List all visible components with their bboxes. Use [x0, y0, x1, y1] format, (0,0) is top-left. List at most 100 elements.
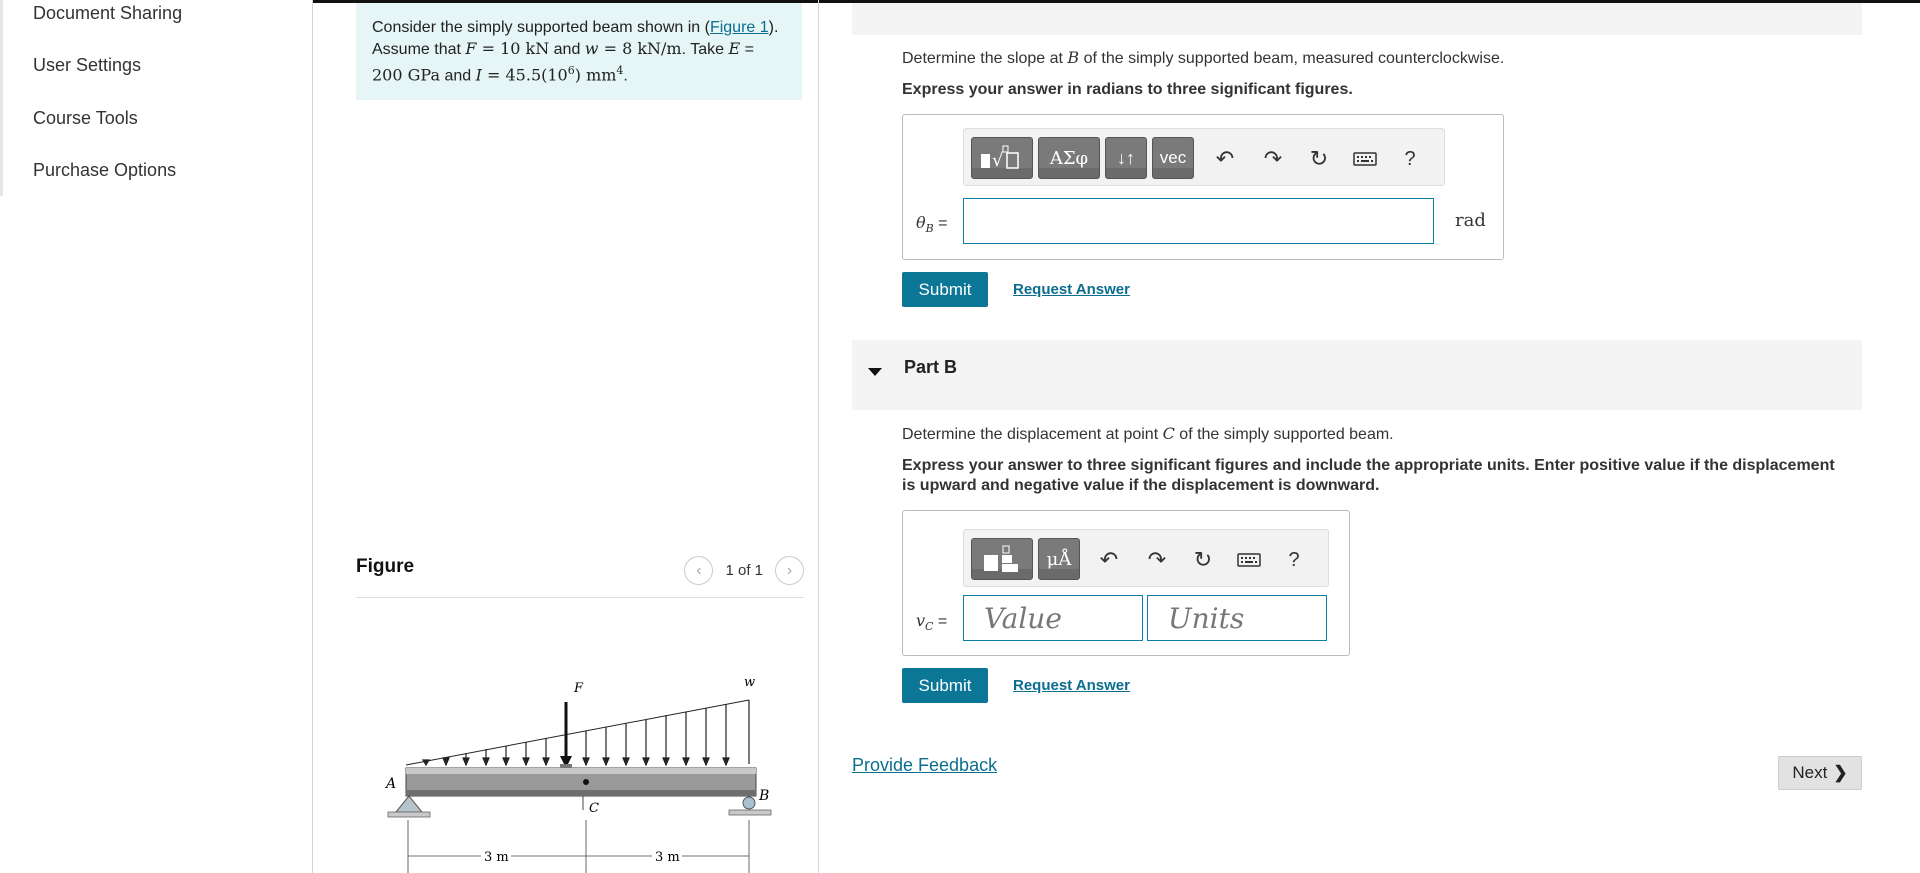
inertia-value: = 45.5(10: [481, 65, 568, 85]
templates-button[interactable]: √: [971, 137, 1033, 179]
load-symbol: w: [584, 39, 599, 58]
theta-symbol: θ: [916, 213, 926, 232]
force-value: = 10 kN: [476, 39, 550, 58]
label-w: w: [744, 675, 755, 690]
point-C-marker: [583, 779, 589, 785]
equals-sign: =: [933, 215, 948, 232]
instruction-line: Express your answer to three significant…: [902, 457, 1835, 474]
sidebar-accent: [0, 0, 3, 196]
undo-icon[interactable]: ↶: [1095, 546, 1123, 574]
redo-icon[interactable]: ↷: [1259, 145, 1287, 173]
units-placeholder: Units: [1168, 602, 1245, 635]
part-a-request-answer-link[interactable]: Request Answer: [1013, 281, 1130, 298]
label-A: A: [384, 776, 396, 792]
part-b-answer-label: vC =: [916, 611, 947, 633]
answer-column: Determine the slope at B of the simply s…: [820, 0, 1920, 873]
equals-sign: =: [933, 613, 948, 630]
inertia-unit: ) mm: [574, 65, 617, 85]
part-a-instruction: Express your answer in radians to three …: [902, 81, 1353, 98]
problem-text: and: [549, 41, 585, 58]
keyboard-icon[interactable]: [1351, 145, 1379, 173]
roller-support-B: [742, 796, 756, 810]
displacement-value-input[interactable]: Value: [963, 595, 1143, 641]
svg-text:√: √: [992, 150, 1004, 171]
undo-icon[interactable]: ↶: [1211, 145, 1239, 173]
beam-flange: [406, 768, 756, 774]
prev-figure-button[interactable]: ‹: [684, 556, 714, 585]
question-symbol: C: [1162, 424, 1175, 443]
beam-flange-bottom: [406, 790, 756, 796]
label-B: B: [758, 788, 769, 804]
modulus-symbol: E: [728, 39, 741, 58]
keyboard-icon[interactable]: [1235, 546, 1263, 574]
help-button[interactable]: ?: [1280, 546, 1308, 574]
figure-header: Figure ‹ 1 of 1 ›: [356, 548, 804, 598]
question-text: Determine the displacement at point: [902, 426, 1163, 443]
problem-text: =: [740, 41, 754, 58]
part-a-question: Determine the slope at B of the simply s…: [902, 48, 1504, 68]
question-text: Determine the slope at: [902, 50, 1068, 67]
redo-icon[interactable]: ↷: [1143, 546, 1171, 574]
help-button[interactable]: ?: [1396, 145, 1424, 173]
dim-label-1: 3 m: [484, 850, 509, 865]
part-b-request-answer-link[interactable]: Request Answer: [1013, 677, 1130, 694]
label-C: C: [589, 801, 599, 816]
sidebar-item-document-sharing[interactable]: Document Sharing: [33, 3, 182, 24]
problem-text: . Take: [681, 41, 729, 58]
part-a-answer-box: √ ΑΣφ ↓↑ vec ↶ ↷ ↻ ? θB = rad: [902, 114, 1504, 260]
vector-button[interactable]: vec: [1152, 137, 1194, 179]
sidebar-item-user-settings[interactable]: User Settings: [33, 55, 141, 76]
subscript-superscript-button[interactable]: ↓↑: [1105, 137, 1147, 179]
next-figure-button[interactable]: ›: [775, 556, 804, 585]
problem-text: Consider the simply supported beam shown…: [372, 19, 710, 36]
part-b-submit-button[interactable]: Submit: [902, 668, 988, 703]
load-value: = 8 kN/m: [598, 39, 682, 58]
pin-support-A: [394, 795, 424, 813]
slope-answer-input[interactable]: [963, 198, 1434, 244]
load-plate: [560, 764, 572, 768]
modulus-value: 200 GPa: [372, 65, 440, 85]
reset-icon[interactable]: ↻: [1305, 145, 1333, 173]
v-symbol: v: [916, 611, 926, 630]
part-b-math-toolbar: μÅ ↶ ↷ ↻ ?: [963, 529, 1329, 587]
collapse-caret-icon[interactable]: [868, 368, 882, 376]
part-a-submit-button[interactable]: Submit: [902, 272, 988, 307]
greek-symbols-button[interactable]: ΑΣφ: [1038, 137, 1100, 179]
pager-count: 1 of 1: [725, 562, 763, 579]
templates-icon: √: [981, 145, 1019, 171]
units-button[interactable]: μÅ: [1038, 538, 1080, 580]
instruction-line: is upward and negative value if the disp…: [902, 477, 1380, 494]
force-symbol: F: [465, 39, 477, 58]
part-b-instruction: Express your answer to three significant…: [902, 456, 1862, 496]
part-b-answer-box: μÅ ↶ ↷ ↻ ? vC = Value Units: [902, 510, 1350, 656]
part-a-answer-label: θB =: [916, 213, 948, 235]
slope-unit: rad: [1455, 210, 1486, 231]
support-A-base: [387, 811, 431, 818]
next-button[interactable]: Next ❯: [1778, 756, 1862, 790]
problem-text: .: [623, 67, 628, 85]
part-a-math-toolbar: √ ΑΣφ ↓↑ vec ↶ ↷ ↻ ?: [963, 128, 1445, 186]
reset-icon[interactable]: ↻: [1189, 546, 1217, 574]
sidebar-item-course-tools[interactable]: Course Tools: [33, 108, 138, 129]
support-B-base: [728, 809, 772, 816]
problem-text: and: [440, 67, 476, 85]
beam-figure: F w C A B 3 m 3 m: [384, 675, 772, 873]
templates-button[interactable]: [971, 538, 1033, 580]
dim-label-2: 3 m: [655, 850, 680, 865]
figure-link[interactable]: Figure 1: [710, 19, 769, 36]
problem-column: Consider the simply supported beam shown…: [313, 0, 819, 873]
part-a-header-band: [852, 3, 1862, 35]
part-b-question: Determine the displacement at point C of…: [902, 424, 1394, 444]
provide-feedback-link[interactable]: Provide Feedback: [852, 755, 997, 776]
question-text: of the simply supported beam, measured c…: [1079, 50, 1505, 67]
displacement-units-input[interactable]: Units: [1147, 595, 1327, 641]
chevron-right-icon: ❯: [1833, 763, 1848, 782]
problem-text: ).: [768, 19, 779, 36]
problem-statement: Consider the simply supported beam shown…: [356, 3, 802, 100]
part-b-header[interactable]: Part B: [852, 340, 1862, 410]
label-F: F: [573, 681, 584, 696]
theta-subscript: B: [925, 222, 934, 236]
sidebar-item-purchase-options[interactable]: Purchase Options: [33, 160, 176, 181]
inertia-exponent: 6: [567, 64, 575, 77]
problem-text: Assume that: [372, 41, 466, 58]
